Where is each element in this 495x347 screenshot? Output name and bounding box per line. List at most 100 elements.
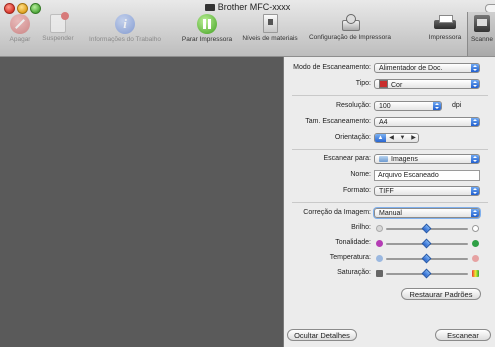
scan-size-row: Tam. Escaneamento: A4 (284, 117, 495, 129)
name-row: Nome: (284, 170, 495, 182)
toolbar-scanner-label: Scanne (470, 36, 494, 43)
resolution-popup[interactable]: 100 (374, 101, 442, 111)
name-field[interactable] (374, 170, 480, 181)
temperature-cool-icon (376, 255, 383, 262)
scan-mode-label: Modo de Escaneamento: (293, 64, 371, 71)
toolbar-suspend-button[interactable]: Suspender (38, 12, 78, 42)
brightness-slider-thumb[interactable] (421, 223, 432, 234)
toolbar-printer-button[interactable]: Impressora (425, 14, 465, 41)
tone-slider-track[interactable] (386, 238, 468, 249)
tone-row: Tonalidade: (284, 238, 495, 250)
kind-popup[interactable]: Cor (374, 79, 480, 89)
scan-to-label: Escanear para: (323, 155, 371, 162)
title-toolbar: Brother MFC-xxxx Apagar Suspender Inform… (0, 0, 495, 57)
scan-mode-row: Modo de Escaneamento: Alimentador de Doc… (284, 63, 495, 75)
scan-settings-panel: Modo de Escaneamento: Alimentador de Doc… (284, 57, 495, 347)
temperature-label: Temperatura: (329, 254, 371, 261)
toolbar-suspend-label: Suspender (42, 35, 74, 42)
color-swatch-icon (379, 80, 388, 88)
hide-details-button[interactable]: Ocultar Detalhes (287, 329, 357, 341)
tone-green-icon (472, 240, 479, 247)
toolbar-supply-levels-label: Níveis de materiais (242, 35, 298, 42)
kind-row: Tipo: Cor (284, 79, 495, 91)
format-value: TIFF (379, 188, 394, 195)
brightness-label: Brilho: (351, 224, 371, 231)
scan-mode-value: Alimentador de Doc. (379, 65, 443, 72)
folder-icon (379, 156, 388, 162)
orientation-row: Orientação: ▲ ◀ ▼ ▶ (284, 133, 495, 145)
correction-value: Manual (379, 210, 402, 217)
correction-popup[interactable]: Manual (374, 208, 480, 218)
orientation-segmented-control: ▲ ◀ ▼ ▶ (374, 133, 419, 143)
saturation-row: Saturação: (284, 268, 495, 280)
brightness-low-icon (376, 225, 383, 232)
divider (292, 149, 488, 150)
format-label: Formato: (342, 187, 371, 194)
name-label: Nome: (350, 171, 371, 178)
saturation-slider-track[interactable] (386, 268, 468, 279)
stop-icon (10, 14, 30, 34)
toolbar-delete-button[interactable]: Apagar (2, 14, 38, 43)
correction-row: Correção da Imagem: Manual (284, 208, 495, 220)
chevron-updown-icon (471, 209, 479, 217)
temperature-slider-track[interactable] (386, 253, 468, 264)
scan-to-row: Escanear para: Imagens (284, 154, 495, 166)
orientation-label: Orientação: (334, 134, 371, 141)
scan-to-popup[interactable]: Imagens (374, 154, 480, 164)
saturation-label: Saturação: (337, 269, 371, 276)
divider (292, 95, 488, 96)
scan-size-label: Tam. Escaneamento: (305, 118, 371, 125)
temperature-slider-thumb[interactable] (421, 253, 432, 264)
window-title: Brother MFC-xxxx (0, 2, 495, 12)
temperature-warm-icon (472, 255, 479, 262)
scan-size-value: A4 (379, 119, 388, 126)
scan-mode-popup[interactable]: Alimentador de Doc. (374, 63, 480, 73)
brightness-high-icon (472, 225, 479, 232)
toolbar-printer-setup-button[interactable]: Configuração de Impressora (304, 14, 396, 41)
divider (292, 202, 488, 203)
toolbar-pause-printer-button[interactable]: Parar Impressora (178, 14, 236, 43)
chevron-updown-icon (471, 155, 479, 163)
scan-button[interactable]: Escanear (435, 329, 491, 341)
toolbar-delete-label: Apagar (9, 36, 31, 43)
printer-setup-icon (340, 14, 360, 32)
toolbar-supply-levels-button[interactable]: Níveis de materiais (238, 14, 302, 42)
printer-icon (204, 4, 215, 11)
chevron-updown-icon (471, 118, 479, 126)
saturation-low-icon (376, 270, 383, 277)
resolution-value: 100 (379, 103, 391, 110)
orientation-landscape-right-icon[interactable]: ▶ (408, 134, 419, 142)
tone-magenta-icon (376, 240, 383, 247)
toolbar-job-info-button[interactable]: Informações do Trabalho (79, 14, 171, 43)
pause-icon (197, 14, 217, 34)
toolbar-printer-setup-label: Configuração de Impressora (308, 34, 391, 41)
orientation-upside-down-icon[interactable]: ▼ (397, 134, 408, 142)
scan-size-popup[interactable]: A4 (374, 117, 480, 127)
restore-defaults-button[interactable]: Restaurar Padrões (401, 288, 481, 300)
toolbar-job-info-label: Informações do Trabalho (89, 36, 161, 43)
correction-label: Correção da Imagem: (303, 209, 371, 216)
toolbar-printer-label: Impressora (428, 34, 462, 41)
printer-icon (434, 14, 456, 32)
orientation-landscape-left-icon[interactable]: ◀ (386, 134, 397, 142)
kind-label: Tipo: (355, 80, 371, 87)
chevron-updown-icon (433, 102, 441, 110)
tone-slider-thumb[interactable] (421, 238, 432, 249)
chevron-updown-icon (471, 80, 479, 88)
supplies-icon (262, 14, 278, 33)
info-icon (115, 14, 135, 34)
orientation-portrait-icon[interactable]: ▲ (375, 134, 386, 142)
scan-preview-area[interactable] (0, 57, 284, 347)
toolbar-scanner-button[interactable]: Scanne (467, 12, 495, 56)
printer-window: Brother MFC-xxxx Apagar Suspender Inform… (0, 0, 495, 347)
format-popup[interactable]: TIFF (374, 186, 480, 196)
scan-to-value: Imagens (391, 156, 418, 163)
brightness-slider-track[interactable] (386, 223, 468, 234)
saturation-high-icon (472, 270, 479, 277)
resolution-unit: dpi (452, 102, 462, 109)
chevron-updown-icon (471, 64, 479, 72)
temperature-row: Temperatura: (284, 253, 495, 265)
chevron-updown-icon (471, 187, 479, 195)
resolution-label: Resolução: (335, 102, 371, 109)
saturation-slider-thumb[interactable] (421, 268, 432, 279)
